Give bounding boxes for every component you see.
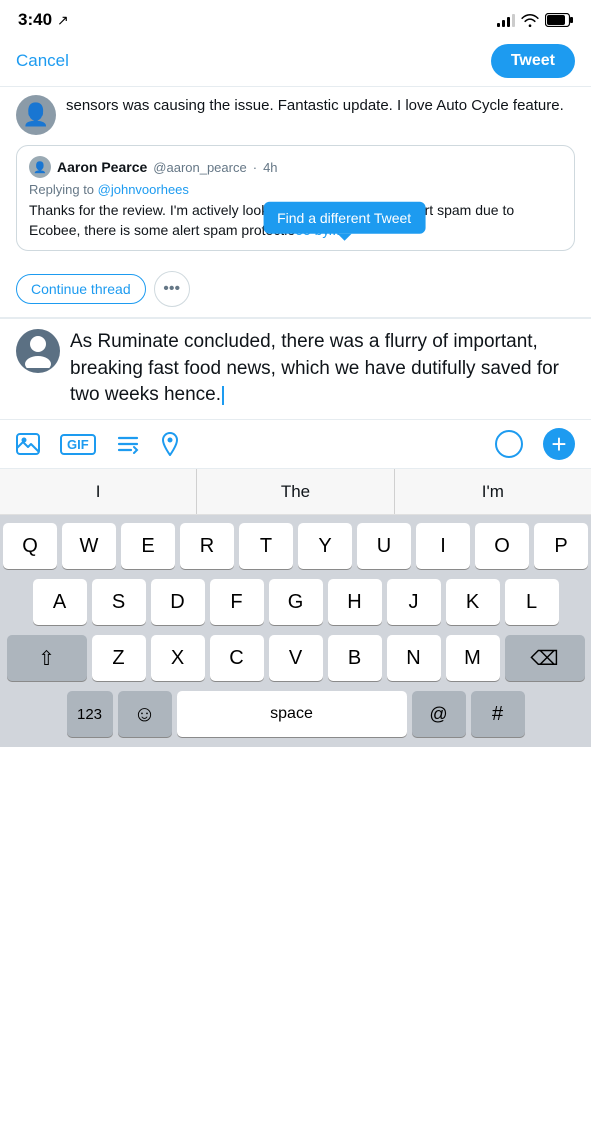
quoted-body-wrapper: Thanks for the review. I'm actively look… (29, 201, 562, 240)
quoted-replying-label: Replying to @johnvoorhees (29, 182, 562, 197)
key-z[interactable]: Z (92, 635, 146, 681)
find-different-tweet-tooltip[interactable]: Find a different Tweet (263, 201, 425, 233)
top-bar: Cancel Tweet (0, 36, 591, 87)
key-i[interactable]: I (416, 523, 470, 569)
more-options-button[interactable]: ••• (154, 271, 190, 307)
thread-area: 👤 sensors was causing the issue. Fantast… (0, 87, 591, 469)
list-icon[interactable] (116, 434, 140, 454)
compose-area: As Ruminate concluded, there was a flurr… (0, 318, 591, 419)
key-p[interactable]: P (534, 523, 588, 569)
more-dots-icon: ••• (163, 280, 180, 298)
key-shift[interactable]: ⇧ (7, 635, 87, 681)
key-b[interactable]: B (328, 635, 382, 681)
gif-button[interactable]: GIF (60, 434, 96, 455)
tweet-button[interactable]: Tweet (491, 44, 575, 78)
autocomplete-bar: I The I'm (0, 469, 591, 515)
quoted-author-avatar: 👤 (29, 156, 51, 178)
plus-icon: + (551, 431, 566, 457)
continue-thread-button[interactable]: Continue thread (16, 274, 146, 304)
context-text: sensors was causing the issue. Fantastic… (66, 95, 575, 118)
at-label: @ (429, 704, 447, 725)
signal-icon (497, 13, 515, 27)
key-emoji[interactable]: ☺ (118, 691, 172, 737)
key-123[interactable]: 123 (67, 691, 113, 737)
context-tweet-body: sensors was causing the issue. Fantastic… (56, 95, 575, 118)
keyboard-row-1: Q W E R T Y U I O P (3, 523, 588, 569)
key-u[interactable]: U (357, 523, 411, 569)
key-t[interactable]: T (239, 523, 293, 569)
image-icon[interactable] (16, 433, 40, 455)
key-s[interactable]: S (92, 579, 146, 625)
gif-label: GIF (67, 437, 89, 452)
progress-circle (495, 430, 523, 458)
compose-avatar (16, 329, 60, 373)
quoted-replying-handle: @johnvoorhees (98, 182, 189, 197)
key-x[interactable]: X (151, 635, 205, 681)
compose-toolbar: GIF + (0, 419, 591, 469)
hash-label: # (492, 703, 503, 726)
keyboard: Q W E R T Y U I O P A S D F G H J K L ⇧ … (0, 515, 591, 747)
location-icon[interactable] (160, 432, 180, 456)
tweet-author-avatar: 👤 (16, 95, 56, 135)
tooltip-container: Find a different Tweet (263, 201, 425, 233)
key-m[interactable]: M (446, 635, 500, 681)
status-icons (497, 13, 573, 27)
status-time: 3:40 (18, 10, 52, 30)
key-r[interactable]: R (180, 523, 234, 569)
autocomplete-item-im[interactable]: I'm (395, 469, 591, 514)
key-at[interactable]: @ (412, 691, 466, 737)
autocomplete-item-i[interactable]: I (0, 469, 197, 514)
key-c[interactable]: C (210, 635, 264, 681)
key-space[interactable]: space (177, 691, 407, 737)
autocomplete-item-the[interactable]: The (197, 469, 394, 514)
space-label: space (270, 705, 313, 723)
add-tweet-button[interactable]: + (543, 428, 575, 460)
keyboard-bottom-row: 123 ☺ space @ # (3, 691, 588, 737)
quoted-time-ago: 4h (263, 160, 277, 175)
key-h[interactable]: H (328, 579, 382, 625)
quoted-author-handle: @aaron_pearce (153, 160, 246, 175)
navigation-arrow-icon: ↗ (57, 12, 69, 29)
keyboard-row-2: A S D F G H J K L (3, 579, 588, 625)
key-y[interactable]: Y (298, 523, 352, 569)
key-d[interactable]: D (151, 579, 205, 625)
backspace-icon: ⌫ (530, 646, 558, 671)
autocomplete-text-im: I'm (482, 482, 504, 502)
key-a[interactable]: A (33, 579, 87, 625)
shift-icon: ⇧ (38, 646, 55, 671)
battery-icon (545, 13, 573, 27)
key-e[interactable]: E (121, 523, 175, 569)
compose-text-area[interactable]: As Ruminate concluded, there was a flurr… (60, 329, 575, 409)
keyboard-row-3: ⇧ Z X C V B N M ⌫ (3, 635, 588, 681)
status-bar: 3:40 ↗ (0, 0, 591, 36)
wifi-icon (521, 13, 539, 27)
symbol-label: 123 (77, 706, 102, 723)
key-k[interactable]: K (446, 579, 500, 625)
text-cursor (222, 386, 224, 405)
autocomplete-text-i: I (96, 482, 101, 502)
key-backspace[interactable]: ⌫ (505, 635, 585, 681)
key-o[interactable]: O (475, 523, 529, 569)
key-v[interactable]: V (269, 635, 323, 681)
key-hash[interactable]: # (471, 691, 525, 737)
quoted-author-name: Aaron Pearce (57, 159, 147, 175)
key-q[interactable]: Q (3, 523, 57, 569)
autocomplete-text-the: The (281, 482, 310, 502)
key-l[interactable]: L (505, 579, 559, 625)
compose-tweet-text: As Ruminate concluded, there was a flurr… (70, 331, 559, 405)
emoji-icon: ☺ (133, 701, 155, 727)
quoted-tweet: 👤 Aaron Pearce @aaron_pearce · 4h Replyi… (16, 145, 575, 251)
key-g[interactable]: G (269, 579, 323, 625)
action-row: Continue thread ••• (0, 261, 591, 317)
key-j[interactable]: J (387, 579, 441, 625)
key-w[interactable]: W (62, 523, 116, 569)
key-n[interactable]: N (387, 635, 441, 681)
quoted-tweet-header: 👤 Aaron Pearce @aaron_pearce · 4h (29, 156, 562, 178)
cancel-button[interactable]: Cancel (16, 47, 69, 75)
key-f[interactable]: F (210, 579, 264, 625)
quoted-time: · (253, 160, 257, 175)
